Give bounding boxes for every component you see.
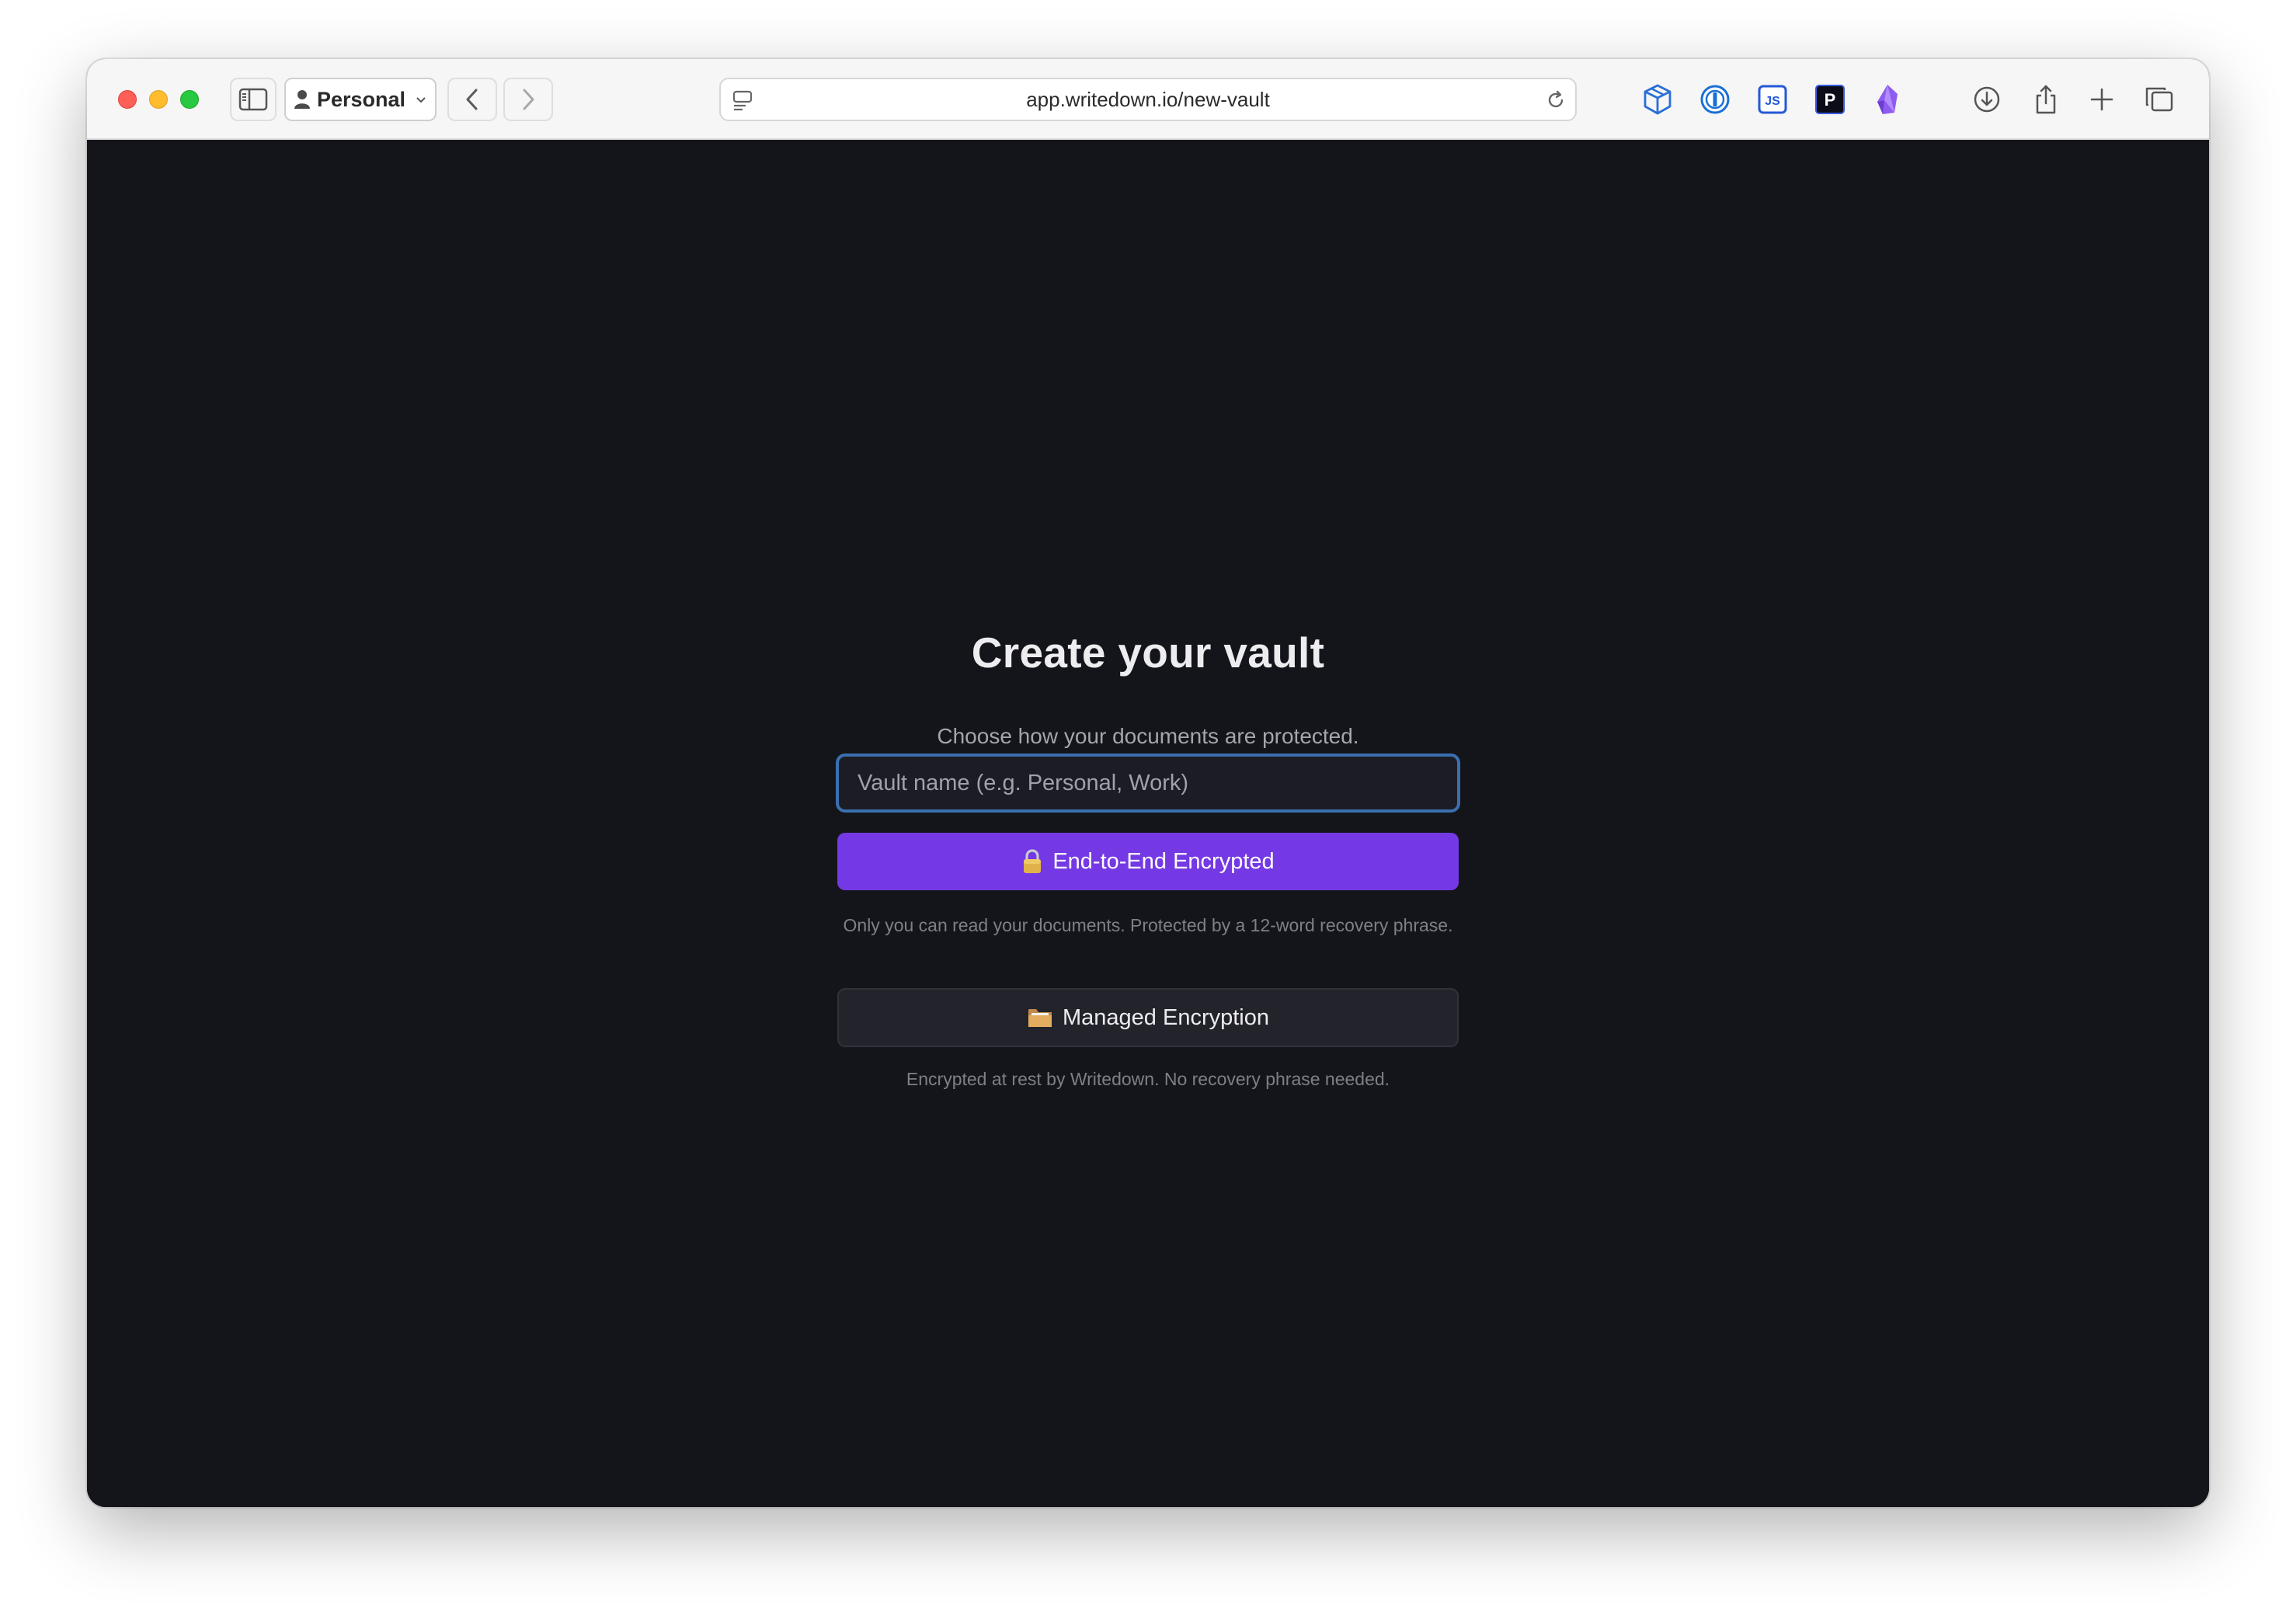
managed-encryption-label: Managed Encryption [1063, 1004, 1269, 1030]
plus-icon [2090, 88, 2113, 111]
password-manager-icon[interactable] [1695, 79, 1735, 120]
lock-icon [1021, 848, 1043, 875]
page-subtitle: Choose how your documents are protected. [937, 724, 1359, 748]
share-button[interactable] [2024, 79, 2068, 120]
obsidian-icon[interactable] [1867, 79, 1908, 120]
page-content: Create your vault Choose how your docume… [87, 140, 2209, 1507]
page-title: Create your vault [971, 628, 1325, 677]
vault-name-input[interactable] [836, 754, 1460, 813]
tab-overview-button[interactable] [2138, 79, 2181, 120]
managed-encryption-button[interactable]: Managed Encryption [837, 988, 1459, 1047]
close-window-button[interactable] [118, 90, 137, 109]
minimize-window-button[interactable] [149, 90, 168, 109]
profile-label: Personal [316, 87, 406, 111]
browser-window: Personal app.writedown.io/new-vault JS P… [87, 59, 2209, 1507]
js-extension-label: JS [1765, 95, 1780, 108]
screen: Personal app.writedown.io/new-vault JS P… [0, 0, 2296, 1622]
tab-overview-icon [2145, 87, 2173, 112]
forward-button[interactable] [503, 78, 553, 121]
profile-switcher[interactable]: Personal [284, 78, 437, 121]
managed-encryption-description: Encrypted at rest by Writedown. No recov… [906, 1069, 1390, 1089]
back-button[interactable] [447, 78, 497, 121]
cube-extension-icon[interactable] [1637, 79, 1678, 120]
address-bar[interactable]: app.writedown.io/new-vault [719, 78, 1577, 121]
end-to-end-encrypted-description: Only you can read your documents. Protec… [843, 915, 1453, 935]
url-text: app.writedown.io/new-vault [1026, 87, 1270, 111]
folder-icon [1027, 1006, 1053, 1029]
zoom-window-button[interactable] [180, 90, 199, 109]
new-tab-button[interactable] [2080, 79, 2124, 120]
downloads-button[interactable] [1965, 79, 2009, 120]
p-extension-label: P [1825, 90, 1836, 110]
end-to-end-encrypted-label: End-to-End Encrypted [1052, 848, 1275, 874]
p-extension-icon[interactable]: P [1810, 79, 1850, 120]
download-icon [1974, 86, 2000, 113]
person-icon [294, 90, 310, 109]
chevron-down-icon [416, 97, 426, 103]
browser-toolbar: Personal app.writedown.io/new-vault JS P [87, 59, 2209, 140]
chevron-right-icon [523, 89, 534, 110]
sidebar-toggle-button[interactable] [230, 78, 277, 121]
end-to-end-encrypted-button[interactable]: End-to-End Encrypted [837, 833, 1459, 890]
js-extension-icon[interactable]: JS [1752, 79, 1793, 120]
sidebar-icon [238, 88, 268, 111]
chevron-left-icon [466, 89, 478, 110]
reload-icon[interactable] [1544, 89, 1567, 112]
share-icon [2036, 85, 2056, 114]
